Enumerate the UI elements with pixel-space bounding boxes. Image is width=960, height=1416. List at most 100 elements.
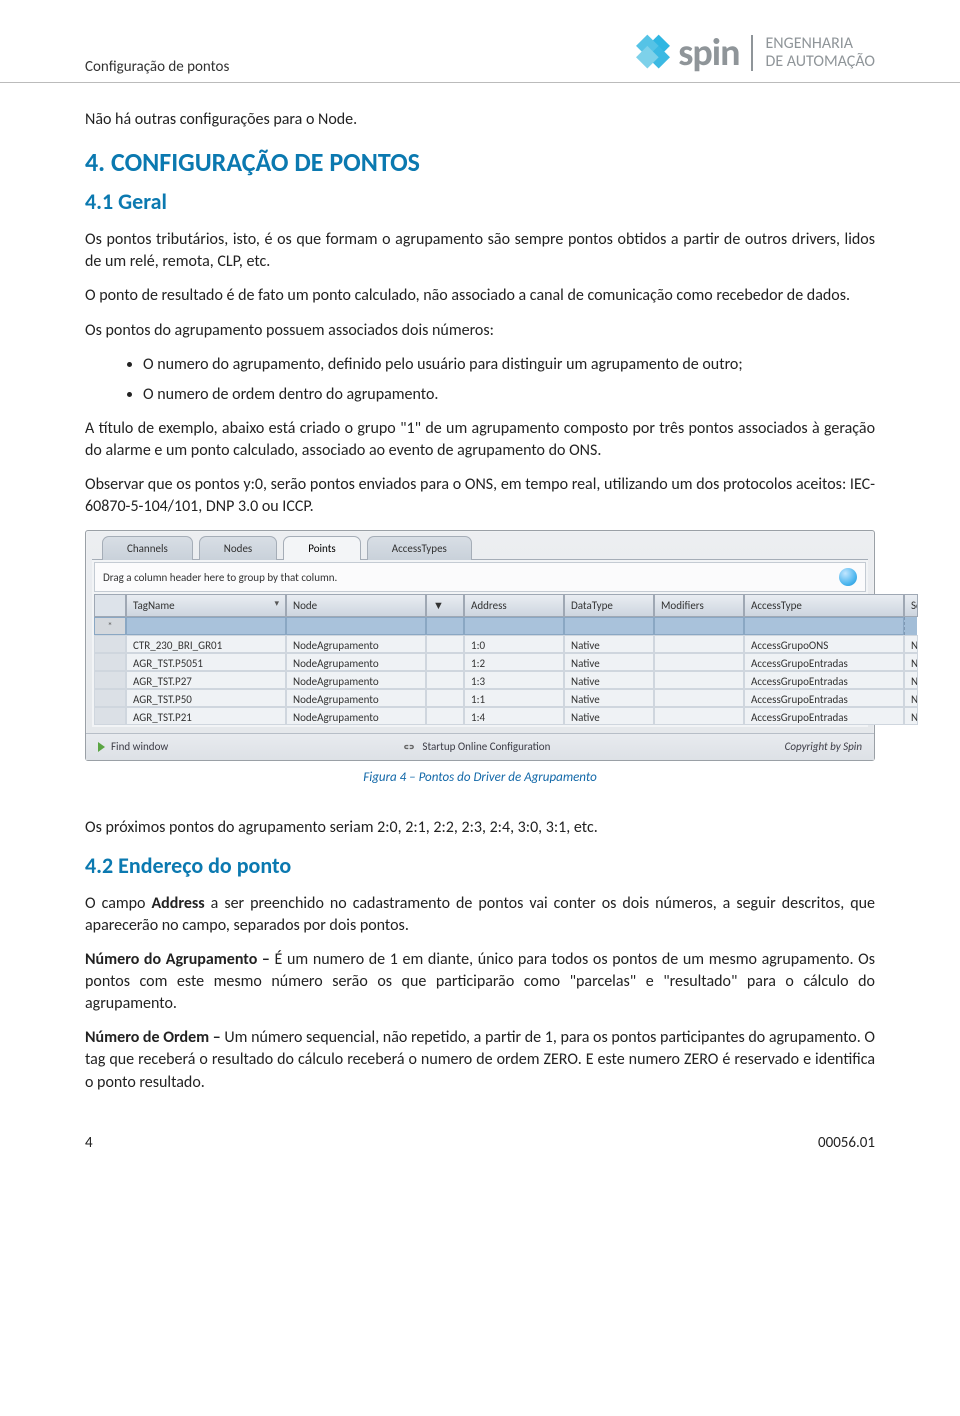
points-grid-panel: Channels Nodes Points AccessTypes Drag a…	[85, 530, 875, 761]
table-row[interactable]: AGR_TST.P21NodeAgrupamento1:4NativeAcces…	[94, 707, 866, 725]
cell[interactable]: AGR_TST.P50	[126, 689, 286, 707]
cell[interactable]	[426, 707, 464, 725]
filter-modifiers[interactable]	[654, 617, 744, 635]
row-marker	[94, 707, 126, 725]
table-row[interactable]: CTR_230_BRI_GR01NodeAgrupamento 1:0Native…	[94, 635, 866, 653]
cell[interactable]: NodeAgrupamento	[286, 707, 426, 725]
table-row[interactable]: AGR_TST.P27NodeAgrupamento1:3NativeAcces…	[94, 671, 866, 689]
cell[interactable]: 1:3	[464, 671, 564, 689]
cell[interactable]	[654, 671, 744, 689]
heading-section-4: 4. CONFIGURAÇÃO DE PONTOS	[85, 145, 875, 181]
tab-nodes[interactable]: Nodes	[199, 536, 277, 560]
cell[interactable]	[426, 635, 464, 653]
cell[interactable]	[654, 689, 744, 707]
cell[interactable]: None	[904, 671, 918, 689]
cell[interactable]	[654, 635, 744, 653]
filter-datatype[interactable]	[564, 617, 654, 635]
list-item: O numero do agrupamento, definido pelo u…	[143, 354, 875, 376]
tab-channels[interactable]: Channels	[102, 536, 193, 560]
cell[interactable]: CTR_230_BRI_GR01	[126, 635, 286, 653]
tab-points[interactable]: Points	[283, 536, 360, 560]
cell[interactable]: Native	[564, 653, 654, 671]
startup-config-link[interactable]: Startup Online Configuration	[402, 739, 550, 754]
row-marker	[94, 635, 126, 653]
help-icon[interactable]	[839, 568, 857, 586]
filter-address[interactable]	[464, 617, 564, 635]
cell[interactable]: AccessGrupoEntradas	[744, 653, 904, 671]
cell[interactable]	[654, 707, 744, 725]
col-header-tagname[interactable]: TagName▾	[126, 594, 286, 617]
cell[interactable]: None	[904, 689, 918, 707]
col-header-node[interactable]: Node	[286, 594, 426, 617]
cell[interactable]: AccessGrupoEntradas	[744, 707, 904, 725]
group-by-hint: Drag a column header here to group by th…	[103, 570, 337, 585]
col-header-scaling[interactable]: Scaling	[904, 594, 918, 617]
tab-accesstypes[interactable]: AccessTypes	[367, 536, 472, 560]
cell[interactable]: NodeAgrupamento	[286, 635, 426, 653]
paragraph: Os pontos tributários, isto, é os que fo…	[85, 229, 875, 273]
cell[interactable]: Native	[564, 635, 654, 653]
filter-accesstype[interactable]	[744, 617, 904, 635]
new-row-marker: *	[94, 617, 126, 635]
cell[interactable]: Native	[564, 689, 654, 707]
paragraph: Os próximos pontos do agrupamento seriam…	[85, 817, 875, 839]
row-marker	[94, 671, 126, 689]
list-item: O numero de ordem dentro do agrupamento.	[143, 384, 875, 406]
play-icon	[98, 742, 105, 752]
column-headers: TagName▾ Node ▼ Address DataType Modifie…	[94, 594, 866, 617]
table-row[interactable]: AGR_TST.P5051NodeAgrupamento1:2NativeAcc…	[94, 653, 866, 671]
paragraph: O ponto de resultado é de fato um ponto …	[85, 285, 875, 307]
paragraph: Número do Agrupamento – É um numero de 1…	[85, 949, 875, 1015]
paragraph: Número de Ordem – Um número sequencial, …	[85, 1027, 875, 1093]
filter-tagname[interactable]	[126, 617, 286, 635]
paragraph: Os pontos do agrupamento possuem associa…	[85, 320, 875, 342]
find-window-link[interactable]: Find window	[98, 739, 168, 754]
cell[interactable]: None	[904, 707, 918, 725]
filter-row[interactable]: *	[94, 617, 866, 635]
logo-icon	[629, 29, 677, 77]
filter-btn[interactable]	[426, 617, 464, 635]
cell[interactable]: AGR_TST.P21	[126, 707, 286, 725]
filter-node[interactable]	[286, 617, 426, 635]
cell[interactable]: NodeAgrupamento	[286, 689, 426, 707]
cell[interactable]: AGR_TST.P27	[126, 671, 286, 689]
col-header-gutter[interactable]	[94, 594, 126, 617]
cell[interactable]: None	[904, 653, 918, 671]
cell[interactable]: NodeAgrupamento	[286, 653, 426, 671]
copyright-text: Copyright by Spin	[785, 739, 862, 754]
col-header-address[interactable]: Address	[464, 594, 564, 617]
logo-text-sub: ENGENHARIA DE AUTOMAÇÃO	[751, 35, 875, 72]
row-marker	[94, 689, 126, 707]
link-icon	[402, 742, 416, 752]
col-header-modifiers[interactable]: Modifiers	[654, 594, 744, 617]
breadcrumb: Configuração de pontos	[85, 58, 229, 76]
cell[interactable]	[426, 671, 464, 689]
col-header-accesstype[interactable]: AccessType	[744, 594, 904, 617]
cell[interactable]: Native	[564, 707, 654, 725]
cell[interactable]	[654, 653, 744, 671]
group-by-bar[interactable]: Drag a column header here to group by th…	[94, 562, 866, 592]
cell[interactable]: NodeAgrupamento	[286, 671, 426, 689]
cell[interactable]: AGR_TST.P5051	[126, 653, 286, 671]
cell[interactable]: AccessGrupoEntradas	[744, 671, 904, 689]
cell[interactable]: Native	[564, 671, 654, 689]
table-row[interactable]: AGR_TST.P50NodeAgrupamento1:1NativeAcces…	[94, 689, 866, 707]
cell[interactable]: 1:1	[464, 689, 564, 707]
cell[interactable]: 1:0	[464, 635, 564, 653]
cell[interactable]	[426, 653, 464, 671]
col-header-filter-icon[interactable]: ▼	[426, 594, 464, 617]
cell[interactable]: AccessGrupoONS	[744, 635, 904, 653]
col-header-datatype[interactable]: DataType	[564, 594, 654, 617]
cell[interactable]: 1:2	[464, 653, 564, 671]
cell[interactable]: None	[904, 635, 918, 653]
filter-icon: ▼	[433, 599, 444, 612]
row-marker	[94, 653, 126, 671]
logo-text-main: spin	[678, 30, 739, 76]
brand-logo: spin ENGENHARIA DE AUTOMAÇÃO	[636, 30, 875, 76]
filter-scaling[interactable]	[904, 617, 917, 635]
cell[interactable]	[426, 689, 464, 707]
cell[interactable]: AccessGrupoEntradas	[744, 689, 904, 707]
paragraph: Observar que os pontos y:0, serão pontos…	[85, 474, 875, 518]
cell[interactable]: 1:4	[464, 707, 564, 725]
page-number: 4	[85, 1134, 93, 1152]
